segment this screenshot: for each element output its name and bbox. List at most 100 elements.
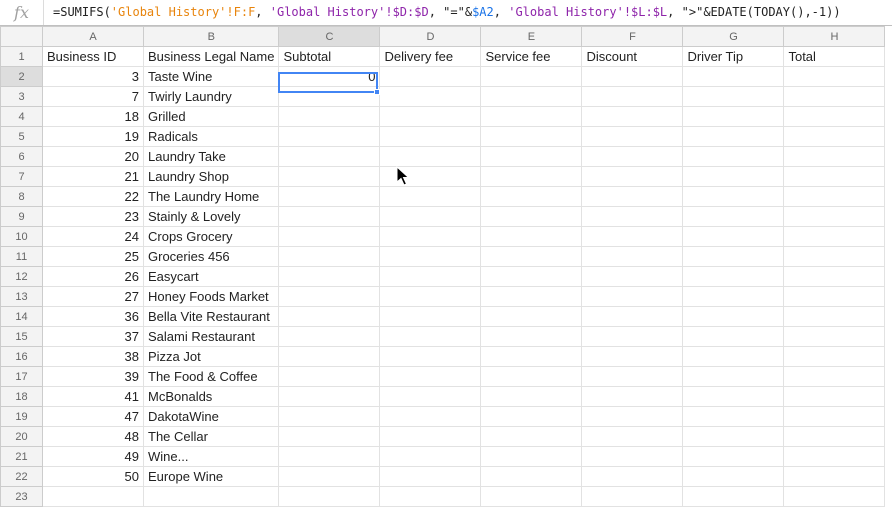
cell[interactable] [682,346,785,367]
row-header[interactable]: 19 [0,406,43,427]
cell[interactable] [379,426,482,447]
cell[interactable] [379,326,482,347]
cell[interactable] [682,426,785,447]
cell[interactable] [581,226,684,247]
business-name-cell[interactable]: Salami Restaurant [142,326,280,347]
cell[interactable] [581,246,684,267]
cell[interactable] [682,226,785,247]
cell[interactable] [783,286,886,307]
cell[interactable] [581,406,684,427]
cell[interactable] [581,106,684,127]
row-header[interactable]: 20 [0,426,43,447]
header-cell[interactable]: Service fee [480,46,583,67]
cell[interactable] [379,406,482,427]
row-header[interactable]: 18 [0,386,43,407]
business-name-cell[interactable]: Bella Vite Restaurant [142,306,280,327]
business-name-cell[interactable]: Radicals [142,126,280,147]
cell[interactable] [379,446,482,467]
cell[interactable] [142,486,280,507]
cell[interactable] [783,386,886,407]
subtotal-cell[interactable] [278,206,381,227]
business-id-cell[interactable]: 21 [42,166,144,187]
cell[interactable] [682,206,785,227]
row-header[interactable]: 1 [0,46,43,67]
row-header[interactable]: 10 [0,226,43,247]
subtotal-cell[interactable] [278,106,381,127]
business-id-cell[interactable]: 24 [42,226,144,247]
header-cell[interactable]: Business ID [42,46,144,67]
header-cell[interactable]: Business Legal Name [142,46,280,67]
cell[interactable] [682,86,785,107]
business-id-cell[interactable]: 19 [42,126,144,147]
cell[interactable] [783,166,886,187]
cell[interactable] [783,206,886,227]
business-id-cell[interactable]: 38 [42,346,144,367]
cell[interactable] [682,406,785,427]
column-header-b[interactable]: B [142,26,280,47]
cell[interactable] [480,266,583,287]
business-name-cell[interactable]: Easycart [142,266,280,287]
business-id-cell[interactable]: 36 [42,306,144,327]
cell[interactable] [480,146,583,167]
row-header[interactable]: 5 [0,126,43,147]
cell[interactable] [379,466,482,487]
cell[interactable] [581,486,684,507]
cell[interactable] [581,366,684,387]
cell[interactable] [581,426,684,447]
business-name-cell[interactable]: The Food & Coffee [142,366,280,387]
subtotal-cell[interactable] [278,126,381,147]
business-name-cell[interactable]: Crops Grocery [142,226,280,247]
cell[interactable] [379,106,482,127]
cell[interactable] [379,246,482,267]
cell[interactable] [379,86,482,107]
cell[interactable] [783,66,886,87]
business-name-cell[interactable]: The Laundry Home [142,186,280,207]
business-id-cell[interactable]: 26 [42,266,144,287]
cell[interactable] [480,246,583,267]
row-header[interactable]: 11 [0,246,43,267]
business-id-cell[interactable]: 23 [42,206,144,227]
business-id-cell[interactable]: 20 [42,146,144,167]
business-id-cell[interactable]: 50 [42,466,144,487]
cell[interactable] [682,146,785,167]
cell[interactable] [42,486,144,507]
business-id-cell[interactable]: 3 [42,66,144,87]
cell[interactable] [581,386,684,407]
cell[interactable] [783,466,886,487]
business-id-cell[interactable]: 7 [42,86,144,107]
business-name-cell[interactable]: Wine... [142,446,280,467]
cell[interactable] [581,86,684,107]
cell[interactable] [682,306,785,327]
business-name-cell[interactable]: Stainly & Lovely [142,206,280,227]
subtotal-cell[interactable] [278,226,381,247]
row-header[interactable]: 7 [0,166,43,187]
business-name-cell[interactable]: Pizza Jot [142,346,280,367]
cell[interactable] [480,366,583,387]
business-name-cell[interactable]: Twirly Laundry [142,86,280,107]
cell[interactable] [581,346,684,367]
cell[interactable] [480,106,583,127]
subtotal-cell[interactable] [278,366,381,387]
business-id-cell[interactable]: 22 [42,186,144,207]
select-all-corner[interactable] [0,26,43,47]
business-id-cell[interactable]: 25 [42,246,144,267]
cell[interactable] [379,186,482,207]
business-id-cell[interactable]: 47 [42,406,144,427]
cell[interactable] [783,486,886,507]
cell[interactable] [379,66,482,87]
row-header[interactable]: 2 [0,66,43,87]
column-header-c[interactable]: C [278,26,381,47]
column-header-a[interactable]: A [42,26,144,47]
cell[interactable] [480,286,583,307]
cell[interactable] [682,266,785,287]
cell[interactable] [278,486,381,507]
cell[interactable] [379,386,482,407]
cell[interactable] [480,86,583,107]
cell[interactable] [480,326,583,347]
row-header[interactable]: 4 [0,106,43,127]
formula-input[interactable]: =SUMIFS('Global History'!F:F, 'Global Hi… [53,0,841,25]
cell[interactable] [581,446,684,467]
row-header[interactable]: 14 [0,306,43,327]
cell[interactable] [783,446,886,467]
business-id-cell[interactable]: 37 [42,326,144,347]
